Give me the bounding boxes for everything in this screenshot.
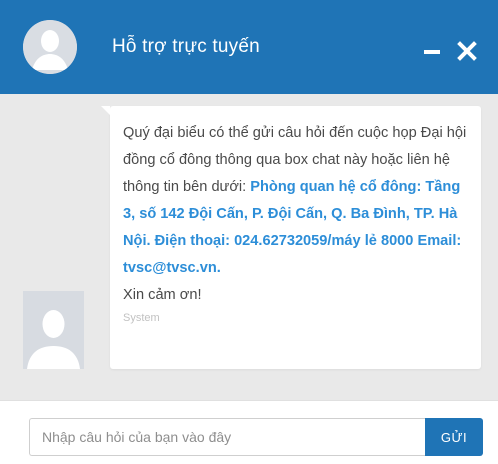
minimize-icon[interactable] [421,40,443,62]
send-button[interactable]: GỬI [425,418,483,456]
system-avatar-icon [23,291,84,369]
chat-title: Hỗ trợ trực tuyến [112,36,260,57]
message-sender: System [123,312,160,324]
message-bubble: Quý đại biểu có thể gửi câu hỏi đến cuộc… [101,106,481,369]
message-thanks: Xin cảm ơn! [123,287,202,303]
support-avatar-icon [23,20,77,74]
message-text: Quý đại biểu có thể gửi câu hỏi đến cuộc… [123,120,467,282]
chat-footer: GỬI [0,400,498,464]
close-icon[interactable] [455,39,479,63]
chat-widget: Hỗ trợ trực tuyến Quý đại biểu có thể gử… [0,0,498,464]
chat-header: Hỗ trợ trực tuyến [0,0,498,94]
chat-messages[interactable]: Quý đại biểu có thể gửi câu hỏi đến cuộc… [0,94,498,400]
question-input[interactable] [29,418,425,456]
